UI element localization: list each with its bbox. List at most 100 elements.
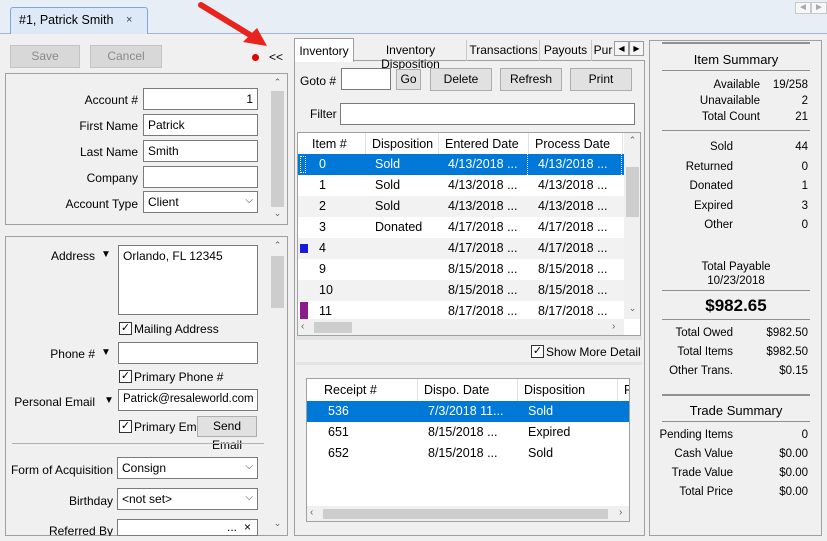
primary-email-checkbox[interactable]: ✓ <box>119 420 132 433</box>
chevron-left-icon[interactable]: ◄ <box>795 2 811 14</box>
refresh-button[interactable]: Refresh <box>500 68 562 91</box>
tab-scroll-left-icon[interactable]: ◀ <box>614 41 629 56</box>
cell-disposition: Sold <box>375 157 401 171</box>
scroll-thumb[interactable] <box>626 167 639 217</box>
chevron-up-icon[interactable]: ⌃ <box>269 240 286 251</box>
referred-by-field[interactable]: ... × <box>117 519 258 536</box>
account-panel-scrollbar[interactable]: ⌃ ⌄ <box>269 75 286 223</box>
print-button[interactable]: Print <box>570 68 632 91</box>
cell-disposition: Expired <box>528 425 571 439</box>
cancel-button[interactable]: Cancel <box>90 45 162 68</box>
browse-icon[interactable]: ... <box>227 520 237 534</box>
annotation-arrow <box>198 2 267 46</box>
chevron-right-icon[interactable]: ► <box>811 2 827 14</box>
total-items-value: $982.50 <box>766 346 808 358</box>
form-of-acquisition-label: Form of Acquisition <box>10 463 113 477</box>
primary-phone-checkbox[interactable]: ✓ <box>119 370 132 383</box>
table-row[interactable]: 1 Sold 4/13/2018 ... 4/13/2018 ... <box>298 175 625 196</box>
show-more-detail-checkbox[interactable]: ✓ <box>531 345 544 358</box>
column-header-entered-date[interactable]: Entered Date <box>439 133 529 155</box>
scroll-thumb[interactable] <box>323 509 608 519</box>
column-header-receipt[interactable]: Receipt # <box>318 379 418 401</box>
chevron-right-icon[interactable]: › <box>619 507 622 518</box>
goto-input[interactable] <box>341 68 391 90</box>
save-button[interactable]: Save <box>10 45 80 68</box>
cell-disposition: Sold <box>375 178 401 192</box>
tab-patrick-smith[interactable]: #1, Patrick Smith × <box>10 7 148 34</box>
account-type-select[interactable]: Client ⌵ <box>143 191 258 213</box>
phone-field[interactable] <box>118 342 258 364</box>
inventory-hscroll[interactable]: ‹ › <box>298 319 624 335</box>
chevron-left-icon[interactable]: ‹ <box>301 321 304 332</box>
splitter[interactable] <box>296 362 642 365</box>
expired-value: 3 <box>801 200 808 212</box>
table-row[interactable]: 10 8/15/2018 ... 8/15/2018 ... <box>298 280 625 301</box>
other-trans-label: Other Trans. <box>669 365 733 377</box>
personal-email-field[interactable]: Patrick@resaleworld.com <box>118 389 258 411</box>
inventory-vscroll[interactable]: ⌃ ⌄ <box>624 133 640 319</box>
table-row[interactable]: 9 8/15/2018 ... 8/15/2018 ... <box>298 259 625 280</box>
chevron-down-icon[interactable]: ⌄ <box>269 518 286 529</box>
tab-purchases[interactable]: Pur <box>592 40 614 61</box>
dropdown-arrow-icon[interactable]: ▼ <box>104 395 114 406</box>
last-name-field[interactable]: Smith <box>143 140 258 162</box>
first-name-field[interactable]: Patrick <box>143 114 258 136</box>
table-row[interactable]: 536 7/3/2018 11... Sold <box>307 401 629 422</box>
tab-title: #1, Patrick Smith <box>19 13 114 27</box>
contact-panel-scrollbar[interactable]: ⌃ ⌄ <box>269 238 286 534</box>
column-header-disposition[interactable]: Disposition <box>518 379 618 401</box>
inventory-grid[interactable]: Item # Disposition Entered Date Process … <box>297 132 641 336</box>
filter-input[interactable] <box>340 103 635 125</box>
cell-entered-date: 8/15/2018 ... <box>448 262 518 276</box>
chevron-left-icon[interactable]: ‹ <box>310 507 313 518</box>
company-label: Company <box>86 171 138 185</box>
column-header-dispo-date[interactable]: Dispo. Date <box>418 379 518 401</box>
tab-scroll-right-icon[interactable]: ▶ <box>629 41 644 56</box>
receipt-hscroll[interactable]: ‹ › <box>307 506 629 521</box>
chevron-up-icon[interactable]: ⌃ <box>269 77 286 88</box>
delete-button[interactable]: Delete <box>430 68 492 91</box>
table-row[interactable]: 11 8/17/2018 ... 8/17/2018 ... <box>298 301 625 320</box>
form-of-acquisition-select[interactable]: Consign ⌵ <box>117 457 258 479</box>
returned-label: Returned <box>685 161 733 173</box>
tab-payouts[interactable]: Payouts <box>540 40 592 61</box>
column-header-disposition[interactable]: Disposition <box>366 133 439 155</box>
account-number-field[interactable]: 1 <box>143 88 258 110</box>
scroll-thumb[interactable] <box>271 256 284 308</box>
chevron-down-icon: ⌵ <box>245 492 253 503</box>
scroll-thumb[interactable] <box>271 91 284 207</box>
mailing-address-checkbox[interactable]: ✓ <box>119 322 132 335</box>
dropdown-arrow-icon[interactable]: ▼ <box>101 347 111 358</box>
table-row[interactable]: 0 Sold 4/13/2018 ... 4/13/2018 ... <box>298 154 625 175</box>
column-header-process-date[interactable]: Process Date <box>529 133 623 155</box>
collapse-panel-button[interactable]: << <box>269 50 283 64</box>
table-row[interactable]: 2 Sold 4/13/2018 ... 4/13/2018 ... <box>298 196 625 217</box>
go-button[interactable]: Go <box>396 69 421 90</box>
chevron-down-icon[interactable]: ⌄ <box>269 208 286 219</box>
cell-disposition <box>369 238 439 259</box>
column-header-item[interactable]: Item # <box>306 133 366 155</box>
chevron-up-icon[interactable]: ⌃ <box>624 135 640 146</box>
chevron-right-icon[interactable]: › <box>612 321 615 332</box>
scroll-thumb[interactable] <box>314 322 352 333</box>
send-email-button[interactable]: Send Email <box>197 416 257 452</box>
table-row[interactable]: 3 Donated 4/17/2018 ... 4/17/2018 ... <box>298 217 625 238</box>
splitter[interactable] <box>296 336 642 340</box>
column-header-price[interactable]: P <box>618 379 629 401</box>
table-row[interactable]: 4 4/17/2018 ... 4/17/2018 ... <box>298 238 625 259</box>
clear-icon[interactable]: × <box>244 520 251 534</box>
birthday-value: <not set> <box>122 492 173 506</box>
company-field[interactable] <box>143 166 258 188</box>
address-field[interactable]: Orlando, FL 12345 <box>118 245 258 315</box>
tab-transactions[interactable]: Transactions <box>468 40 540 61</box>
tab-inventory-disposition[interactable]: Inventory Disposition <box>355 40 467 71</box>
chevron-down-icon[interactable]: ⌄ <box>624 303 640 314</box>
birthday-select[interactable]: <not set> ⌵ <box>117 488 258 510</box>
table-row[interactable]: 652 8/15/2018 ... Sold <box>307 443 629 464</box>
unsaved-indicator <box>252 54 259 61</box>
receipt-grid[interactable]: Receipt # Dispo. Date Disposition P 536 7… <box>306 378 630 522</box>
table-row[interactable]: 651 8/15/2018 ... Expired <box>307 422 629 443</box>
close-icon[interactable]: × <box>126 14 132 26</box>
tab-inventory[interactable]: Inventory <box>294 38 354 62</box>
dropdown-arrow-icon[interactable]: ▼ <box>101 249 111 260</box>
